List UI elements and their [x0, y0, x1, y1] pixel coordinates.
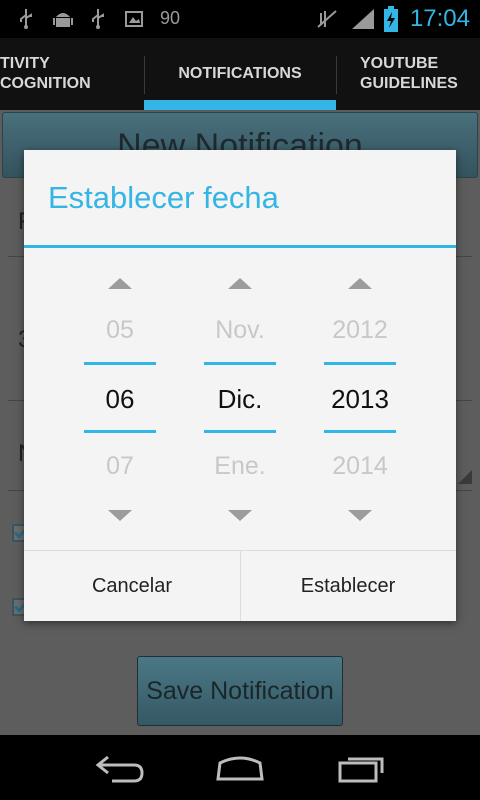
android-debug-icon: [53, 13, 73, 27]
save-notification-label: Save Notification: [146, 677, 334, 705]
tab-label: NOTIFICATIONS: [178, 65, 302, 82]
day-next-value[interactable]: 07: [64, 452, 176, 481]
home-icon[interactable]: [214, 753, 266, 783]
day-current-value[interactable]: 06: [64, 384, 176, 415]
month-increment-icon[interactable]: [228, 278, 252, 289]
tab-selected-indicator: [144, 100, 336, 110]
year-prev-value[interactable]: 2012: [304, 316, 416, 345]
tab-label-line1: YOUTUBE: [360, 55, 439, 72]
month-decrement-icon[interactable]: [228, 510, 252, 521]
navigation-bar: [0, 735, 480, 800]
picker-selection-line: [204, 430, 276, 433]
tab-divider: [336, 56, 337, 94]
usb-icon: [20, 9, 32, 29]
mute-icon: [317, 10, 337, 28]
year-current-value[interactable]: 2013: [304, 384, 416, 415]
battery-charging-icon: [384, 6, 398, 32]
tab-label-line2: COGNITION: [0, 75, 91, 92]
picker-selection-line: [324, 362, 396, 365]
tab-youtube-guidelines[interactable]: YOUTUBE GUIDELINES: [360, 38, 480, 110]
battery-level-text: 90: [160, 8, 181, 28]
month-current-value[interactable]: Dic.: [184, 384, 296, 415]
year-increment-icon[interactable]: [348, 278, 372, 289]
clock: 17:04: [409, 5, 470, 32]
save-notification-button[interactable]: Save Notification: [137, 656, 343, 726]
usb-icon: [92, 9, 104, 29]
recent-apps-icon[interactable]: [336, 753, 388, 783]
year-decrement-icon[interactable]: [348, 510, 372, 521]
picker-selection-line: [84, 430, 156, 433]
tab-label-line1: TIVITY: [0, 55, 50, 72]
day-decrement-icon[interactable]: [108, 510, 132, 521]
status-bar: 90 17:04: [0, 0, 480, 38]
photo-notification-icon: [125, 11, 143, 27]
signal-icon: [352, 9, 374, 29]
picker-selection-line: [204, 362, 276, 365]
day-picker[interactable]: 05 06 07: [84, 248, 156, 550]
tab-label-line2: GUIDELINES: [360, 75, 458, 92]
back-icon[interactable]: [94, 753, 146, 783]
month-next-value[interactable]: Ene.: [184, 452, 296, 481]
tab-activity-recognition[interactable]: TIVITY COGNITION: [0, 38, 144, 110]
year-next-value[interactable]: 2014: [304, 452, 416, 481]
picker-selection-line: [84, 362, 156, 365]
dialog-title: Establecer fecha: [48, 180, 279, 215]
set-button[interactable]: Establecer: [240, 551, 456, 621]
cancel-button[interactable]: Cancelar: [24, 551, 240, 621]
date-picker-dialog: Establecer fecha 05 06 07 Nov. Dic. Ene.…: [24, 150, 456, 621]
spinner-corner-icon: [458, 470, 472, 484]
month-picker[interactable]: Nov. Dic. Ene.: [204, 248, 276, 550]
month-prev-value[interactable]: Nov.: [184, 316, 296, 345]
year-picker[interactable]: 2012 2013 2014: [324, 248, 396, 550]
day-prev-value[interactable]: 05: [64, 316, 176, 345]
day-increment-icon[interactable]: [108, 278, 132, 289]
picker-selection-line: [324, 430, 396, 433]
